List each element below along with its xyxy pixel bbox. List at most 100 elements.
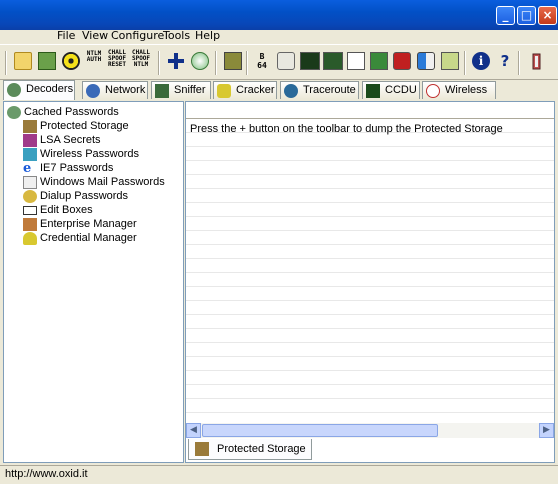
list-message: Press the + button on the toolbar to dum… xyxy=(190,123,503,135)
column-header[interactable] xyxy=(186,102,554,119)
info-icon[interactable]: i xyxy=(472,52,490,70)
tree-root-cached-passwords[interactable]: Cached Passwords xyxy=(7,106,119,120)
sniffer-icon xyxy=(155,84,169,98)
enterprise-manager-icon xyxy=(23,218,37,231)
toolbar-separator xyxy=(5,51,7,75)
key-icon[interactable] xyxy=(441,52,459,70)
tree-item-dialup-passwords[interactable]: Dialup Passwords xyxy=(23,190,128,204)
tab-label: Cracker xyxy=(236,84,275,96)
tree-item-label: Enterprise Manager xyxy=(40,218,137,230)
lsa-secrets-icon xyxy=(23,134,37,147)
hash-calculator-icon[interactable] xyxy=(224,52,242,70)
app-window: _ □ × File View Configure Tools Help NTL… xyxy=(0,0,558,484)
protected-storage-icon xyxy=(23,120,37,133)
menu-view[interactable]: View xyxy=(82,30,108,44)
tree-item-windows-mail-passwords[interactable]: Windows Mail Passwords xyxy=(23,176,165,190)
protected-storage-tab-icon xyxy=(195,442,209,456)
traceroute-icon xyxy=(284,84,298,98)
plus-icon[interactable] xyxy=(167,52,185,70)
windows-mail-icon xyxy=(23,176,37,189)
scroll-left-arrow-icon[interactable]: ◀ xyxy=(186,423,201,438)
tab-label: CCDU xyxy=(385,84,417,96)
tree-item-label: LSA Secrets xyxy=(40,134,101,146)
recycle-icon[interactable] xyxy=(191,52,209,70)
tab-sniffer[interactable]: Sniffer xyxy=(151,81,211,99)
tree-item-credential-manager[interactable]: Credential Manager xyxy=(23,232,137,246)
status-url: http://www.oxid.it xyxy=(5,468,88,480)
cisco-icon[interactable] xyxy=(417,52,435,70)
menu-bar: File View Configure Tools Help xyxy=(0,30,558,44)
tree-pane: Cached Passwords Protected Storage LSA S… xyxy=(3,101,184,463)
radiation-icon[interactable] xyxy=(62,52,80,70)
tree-item-lsa-secrets[interactable]: LSA Secrets xyxy=(23,134,101,148)
menu-tools[interactable]: Tools xyxy=(163,30,190,44)
tree-item-label: Cached Passwords xyxy=(24,106,119,118)
lsa-icon[interactable] xyxy=(300,52,320,70)
tree-item-wireless-passwords[interactable]: Wireless Passwords xyxy=(23,148,140,162)
toolbar-separator xyxy=(158,51,160,75)
vpn-icon[interactable] xyxy=(323,52,343,70)
tree-item-edit-boxes[interactable]: Edit Boxes xyxy=(23,204,93,218)
open-folder-icon[interactable] xyxy=(14,52,32,70)
tab-wireless[interactable]: Wireless xyxy=(422,81,496,99)
close-button[interactable]: × xyxy=(538,6,557,25)
bottom-tab-label: Protected Storage xyxy=(217,443,306,455)
tab-cracker[interactable]: Cracker xyxy=(213,81,277,99)
internet-explorer-icon: e xyxy=(23,161,32,176)
cracker-icon xyxy=(217,84,231,98)
tree-item-label: Protected Storage xyxy=(40,120,129,132)
tab-label: Traceroute xyxy=(303,84,356,96)
box-revealer-icon[interactable] xyxy=(370,52,388,70)
tree-item-protected-storage[interactable]: Protected Storage xyxy=(23,120,129,134)
scroll-thumb[interactable] xyxy=(202,424,438,437)
tab-label: Sniffer xyxy=(174,84,206,96)
tab-ccdu[interactable]: CCDU xyxy=(362,81,420,99)
ccdu-icon xyxy=(366,84,380,98)
tab-traceroute[interactable]: Traceroute xyxy=(280,81,359,99)
list-rows[interactable] xyxy=(186,119,554,423)
list-pane: Press the + button on the toolbar to dum… xyxy=(185,101,555,463)
chall-spoof-ntlm-icon[interactable]: CHALL SPOOF NTLM xyxy=(131,50,151,68)
base64-icon[interactable]: B 64 xyxy=(252,52,272,70)
wireless-key-icon[interactable] xyxy=(347,52,365,70)
maximize-button[interactable]: □ xyxy=(517,6,536,25)
minimize-button[interactable]: _ xyxy=(496,6,515,25)
network-adapter-icon[interactable] xyxy=(38,52,56,70)
wireless-icon xyxy=(426,84,440,98)
tree-item-label: Credential Manager xyxy=(40,232,137,244)
title-bar[interactable]: _ □ × xyxy=(0,0,558,30)
horizontal-scrollbar[interactable]: ◀ ▶ xyxy=(186,423,554,438)
tree-item-enterprise-manager[interactable]: Enterprise Manager xyxy=(23,218,137,232)
tab-network[interactable]: Network xyxy=(82,81,148,99)
tree-item-label: Wireless Passwords xyxy=(40,148,140,160)
terminal-server-icon[interactable] xyxy=(393,52,411,70)
tree-item-label: Edit Boxes xyxy=(40,204,93,216)
query-icon[interactable] xyxy=(277,52,295,70)
tab-decoders[interactable]: Decoders xyxy=(3,80,75,100)
tab-label: Decoders xyxy=(26,83,74,95)
exit-icon[interactable] xyxy=(527,52,545,70)
ntlm-auth-line2: AUTH xyxy=(86,56,102,63)
decoders-icon xyxy=(7,83,21,97)
ntlm-auth-icon[interactable]: NTLM AUTH xyxy=(84,51,104,63)
base64-line1: B xyxy=(259,52,265,61)
tab-label: Wireless xyxy=(445,84,488,96)
toolbar-separator xyxy=(215,51,217,75)
chall-spoof-reset-icon[interactable]: CHALL SPOOF RESET xyxy=(107,50,127,68)
credential-manager-icon xyxy=(23,232,37,245)
menu-configure[interactable]: Configure xyxy=(111,30,164,44)
tree-item-ie7-passwords[interactable]: e IE7 Passwords xyxy=(23,162,114,176)
dialup-icon xyxy=(23,190,37,203)
tree-item-label: IE7 Passwords xyxy=(40,162,114,174)
plus-icon-svg xyxy=(168,53,184,69)
scroll-right-arrow-icon[interactable]: ▶ xyxy=(539,423,554,438)
chall-spoof-ntlm-line3: NTLM xyxy=(133,61,149,68)
exit-icon-svg xyxy=(532,53,541,70)
menu-help[interactable]: Help xyxy=(195,30,220,44)
tab-protected-storage[interactable]: Protected Storage xyxy=(188,439,312,460)
toolbar-separator xyxy=(246,51,248,75)
help-icon[interactable]: ? xyxy=(496,52,514,70)
menu-file[interactable]: File xyxy=(57,30,75,44)
toolbar-separator xyxy=(518,51,520,75)
chall-spoof-reset-line3: RESET xyxy=(107,61,127,68)
